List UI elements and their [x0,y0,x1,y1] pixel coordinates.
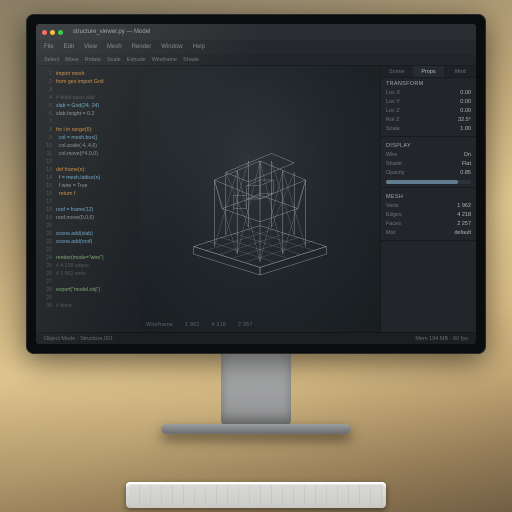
monitor-stand [221,352,291,426]
close-icon[interactable] [42,30,47,35]
code-line[interactable]: 9 col = mesh.box() [40,134,136,142]
tool-select[interactable]: Select [44,57,59,63]
code-line[interactable]: 27 [40,278,136,286]
maximize-icon[interactable] [58,30,63,35]
properties-panel: Scene Props Mod TransformLoc X0.00Loc Y0… [380,66,476,332]
code-line[interactable]: 15 f.wire = True [40,182,136,190]
property-row[interactable]: Verts1 962 [381,201,476,210]
code-line[interactable]: 20 [40,222,136,230]
code-line[interactable]: 12 [40,158,136,166]
viewport-edges: 4 218 [211,322,226,328]
viewport-verts: 1 962 [185,322,200,328]
viewport-mode: Wireframe [146,322,173,328]
menu-help[interactable]: Help [193,44,205,50]
tab-mod[interactable]: Mod [444,66,476,77]
minimize-icon[interactable] [50,30,55,35]
property-row[interactable]: Matdefault [381,228,476,237]
code-line[interactable]: 8for i in range(6): [40,126,136,134]
wireframe-model-icon [165,104,355,294]
3d-viewport[interactable]: Wireframe 1 962 4 218 2 257 [140,66,380,332]
code-line[interactable]: 18roof = frame(12) [40,206,136,214]
code-line[interactable]: 22scene.add(roof) [40,238,136,246]
tab-props[interactable]: Props [413,66,445,77]
window-title: structure_viewer.py — Model [73,29,150,35]
menu-file[interactable]: File [44,44,54,50]
property-row[interactable]: Opacity0.85 [381,168,476,177]
menu-window[interactable]: Window [161,44,182,50]
code-line[interactable]: 29 [40,294,136,302]
tool-scale[interactable]: Scale [107,57,121,63]
code-editor[interactable]: 1import mesh2from geo import Grid34# bui… [36,66,140,332]
property-row[interactable]: Rot Z32.5° [381,115,476,124]
property-row[interactable]: Faces2 257 [381,219,476,228]
property-row[interactable]: Loc X0.00 [381,88,476,97]
code-line[interactable]: 2from geo import Grid [40,78,136,86]
menu-render[interactable]: Render [132,44,152,50]
tool-rotate[interactable]: Rotate [85,57,101,63]
panel-section-title: Display [381,140,476,150]
status-left: Object Mode · Structure.001 [44,336,113,342]
code-line[interactable]: 30# done [40,302,136,310]
code-line[interactable]: 6slab.height = 0.2 [40,110,136,118]
code-line[interactable]: 25# 4 218 edges [40,262,136,270]
property-row[interactable]: WireOn [381,150,476,159]
code-line[interactable]: 19roof.move(0,0,6) [40,214,136,222]
monitor-foot [161,424,351,434]
viewport-stats: Wireframe 1 962 4 218 2 257 [146,322,263,328]
panel-tabs: Scene Props Mod [381,66,476,78]
property-row[interactable]: Scale1.00 [381,124,476,133]
panel-section-title: Mesh [381,191,476,201]
code-line[interactable]: 1import mesh [40,70,136,78]
property-row[interactable]: ShadeFlat [381,159,476,168]
menu-view[interactable]: View [84,44,97,50]
viewport-faces: 2 257 [238,322,253,328]
tool-move[interactable]: Move [65,57,78,63]
tool-wire[interactable]: Wireframe [152,57,177,63]
content-area: 1import mesh2from geo import Grid34# bui… [36,66,476,332]
code-line[interactable]: 24render(mode="wire") [40,254,136,262]
opacity-slider[interactable] [386,180,471,184]
code-line[interactable]: 23 [40,246,136,254]
property-row[interactable]: Loc Z0.00 [381,106,476,115]
menu-edit[interactable]: Edit [64,44,74,50]
code-line[interactable]: 14 f = mesh.lattice(n) [40,174,136,182]
code-line[interactable]: 13def frame(n): [40,166,136,174]
tool-shade[interactable]: Shade [183,57,199,63]
menubar: File Edit View Mesh Render Window Help [36,40,476,54]
code-line[interactable]: 11 col.move(i*4,0,0) [40,150,136,158]
property-row[interactable]: Loc Y0.00 [381,97,476,106]
status-right: Mem 184 MB · 60 fps [415,336,468,342]
code-line[interactable]: 4# build base slab [40,94,136,102]
code-line[interactable]: 5slab = Grid(24, 24) [40,102,136,110]
window-controls [42,30,63,35]
panel-section-title: Transform [381,78,476,88]
statusbar: Object Mode · Structure.001 Mem 184 MB ·… [36,332,476,344]
code-line[interactable]: 3 [40,86,136,94]
property-row[interactable]: Edges4 218 [381,210,476,219]
keyboard [126,482,386,508]
code-line[interactable]: 28export("model.obj") [40,286,136,294]
titlebar: structure_viewer.py — Model [36,24,476,40]
code-line[interactable]: 10 col.scale(.4,.4,6) [40,142,136,150]
app-window: structure_viewer.py — Model File Edit Vi… [36,24,476,344]
monitor-bezel: structure_viewer.py — Model File Edit Vi… [26,14,486,354]
code-line[interactable]: 16 return f [40,190,136,198]
code-line[interactable]: 17 [40,198,136,206]
tool-extrude[interactable]: Extrude [127,57,146,63]
code-line[interactable]: 7 [40,118,136,126]
code-line[interactable]: 21scene.add(slab) [40,230,136,238]
menu-mesh[interactable]: Mesh [107,44,122,50]
code-line[interactable]: 26# 1 962 verts [40,270,136,278]
tab-scene[interactable]: Scene [381,66,413,77]
toolbar: Select Move Rotate Scale Extrude Wirefra… [36,54,476,66]
